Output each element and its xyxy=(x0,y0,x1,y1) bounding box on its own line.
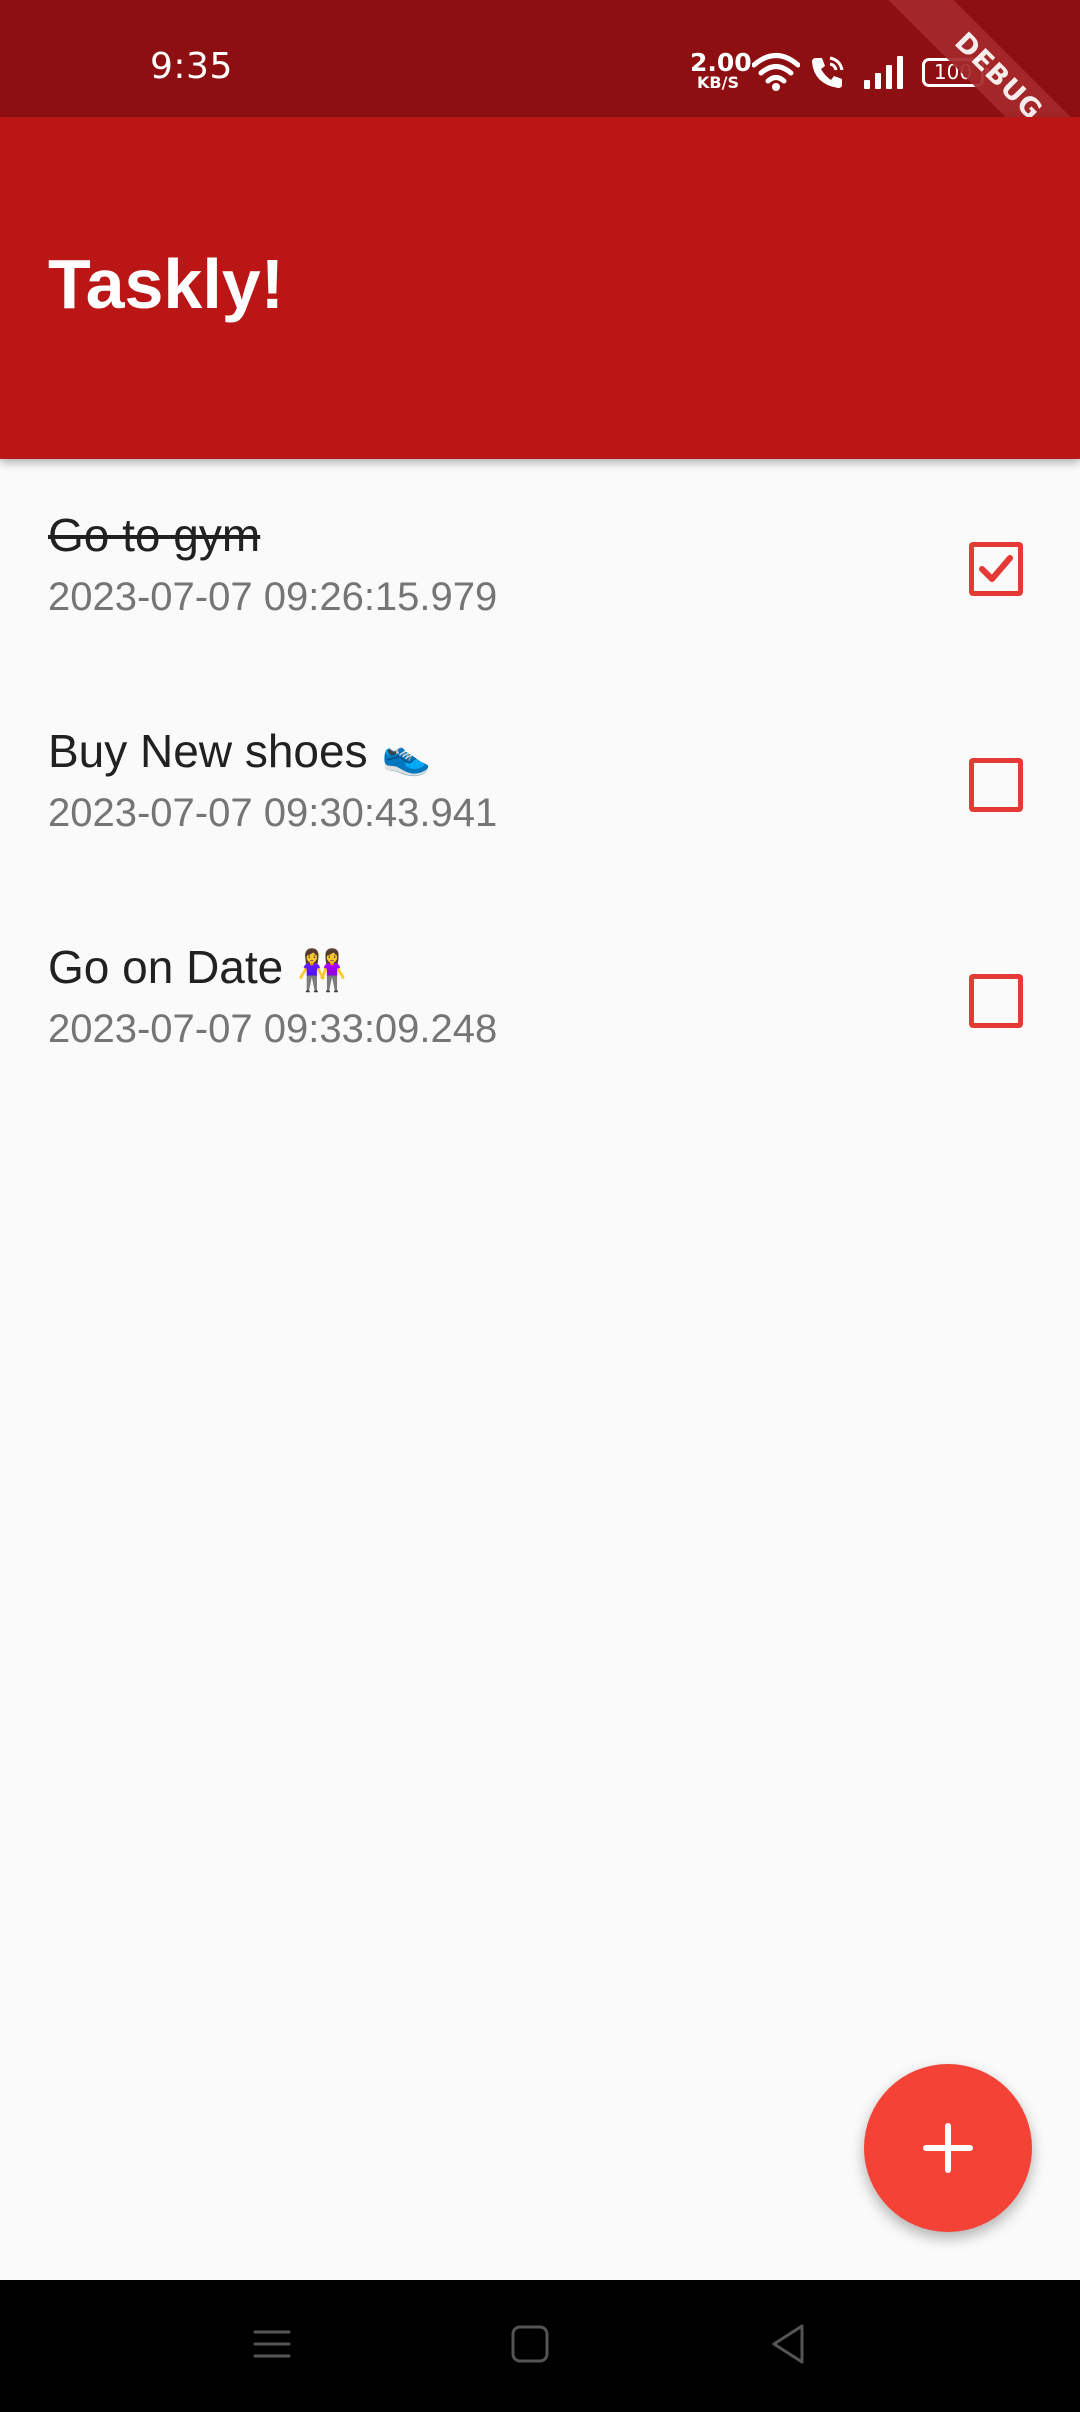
task-title-text: Go on Date xyxy=(48,941,284,993)
network-speed-unit: KB/S xyxy=(697,73,739,92)
network-speed: 2.00 KB/S xyxy=(690,48,752,92)
task-title-text: Buy New shoes xyxy=(48,725,368,777)
signal-icon xyxy=(864,56,903,89)
back-icon[interactable] xyxy=(768,2316,808,2372)
task-title: Go to gym xyxy=(48,508,260,562)
task-list: Go to gym 2023-07-07 09:26:15.979 Buy Ne… xyxy=(0,460,1080,1108)
app-bar: Taskly! xyxy=(0,117,1080,459)
app-title: Taskly! xyxy=(48,245,285,323)
task-title: Buy New shoes 👟 xyxy=(48,724,431,778)
task-title-text: Go to gym xyxy=(48,509,261,561)
task-date: 2023-07-07 09:30:43.941 xyxy=(48,791,498,835)
network-speed-value: 2.00 xyxy=(690,48,752,77)
task-item[interactable]: Go to gym 2023-07-07 09:26:15.979 xyxy=(0,460,1080,676)
task-checkbox-checked[interactable] xyxy=(969,542,1023,596)
status-time: 9:35 xyxy=(150,46,233,87)
task-date: 2023-07-07 09:33:09.248 xyxy=(48,1007,498,1051)
navigation-bar xyxy=(0,2280,1080,2412)
task-item[interactable]: Buy New shoes 👟 2023-07-07 09:30:43.941 xyxy=(0,676,1080,892)
task-date: 2023-07-07 09:26:15.979 xyxy=(48,575,498,619)
task-checkbox[interactable] xyxy=(969,758,1023,812)
home-icon[interactable] xyxy=(510,2316,550,2372)
task-checkbox[interactable] xyxy=(969,974,1023,1028)
shoe-emoji: 👟 xyxy=(381,733,432,778)
add-task-button[interactable] xyxy=(864,2064,1032,2232)
menu-icon[interactable] xyxy=(252,2316,292,2372)
couple-emoji: 👭 xyxy=(297,949,348,994)
call-icon xyxy=(812,56,844,88)
wifi-icon xyxy=(752,53,800,91)
task-title: Go on Date 👭 xyxy=(48,940,347,994)
task-item[interactable]: Go on Date 👭 2023-07-07 09:33:09.248 xyxy=(0,892,1080,1108)
check-icon xyxy=(979,555,1013,582)
plus-icon xyxy=(923,2123,973,2173)
